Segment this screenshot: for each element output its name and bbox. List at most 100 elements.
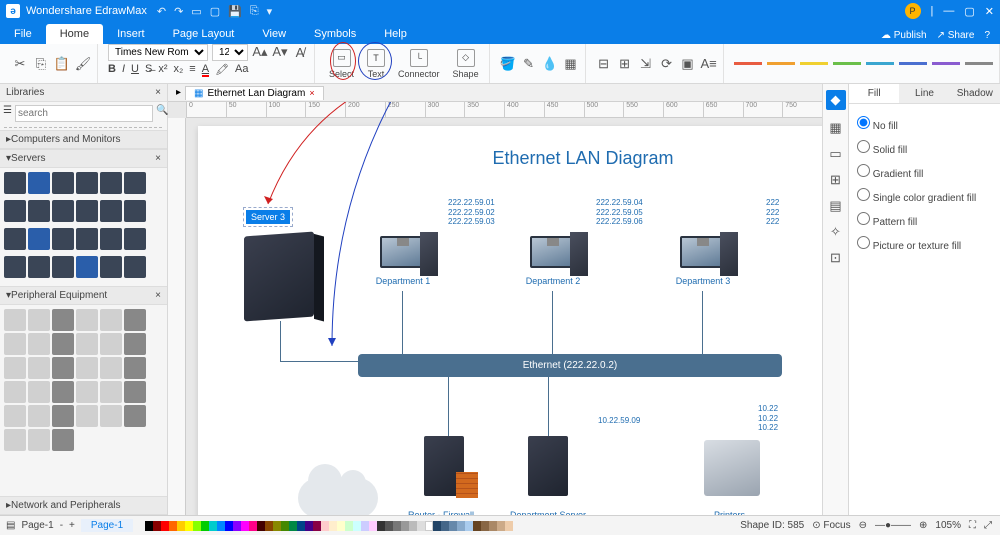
select-tool[interactable]: ▭Select [325,49,358,79]
connector-tool[interactable]: └Connector [394,49,444,79]
font-select[interactable]: Times New Roman [108,44,208,61]
section-servers[interactable]: ▾ Servers× [0,149,167,168]
picture-radio[interactable]: Picture or texture fill [857,232,992,256]
line-color-icon[interactable]: ✎ [521,56,537,72]
add-page-icon[interactable]: + [69,520,75,531]
library-search-input[interactable] [15,105,153,122]
close-icon[interactable]: ✕ [985,5,994,18]
tab-pagelayout[interactable]: Page Layout [159,24,249,44]
line-tab[interactable]: Line [899,84,949,103]
zoom-out-icon[interactable]: ⊖ [859,520,867,531]
bold-button[interactable]: B [108,63,116,76]
tab-view[interactable]: View [248,24,300,44]
section-computers[interactable]: ▸ Computers and Monitors [0,130,167,149]
dept-server-shape[interactable] [528,436,568,496]
single-radio[interactable]: Single color gradient fill [857,184,992,208]
page-list-icon[interactable]: ▤ [6,520,15,531]
servers-shapes[interactable] [0,168,167,286]
image-panel-icon[interactable]: ▭ [829,146,841,162]
super-button[interactable]: x² [158,63,167,76]
italic-button[interactable]: I [122,63,125,76]
quick-colors[interactable] [728,44,1000,83]
format-painter-icon[interactable]: 🖌 [75,56,91,72]
decrease-font-icon[interactable]: A▾ [272,44,288,60]
grid-panel-icon[interactable]: ▦ [829,120,841,136]
rotate-icon[interactable]: ⟳ [659,56,675,72]
section-peripheral[interactable]: ▾ Peripheral Equipment× [0,286,167,305]
save-icon[interactable]: ▭ [191,5,201,18]
align-icon[interactable]: ⊟ [596,56,612,72]
sub-button[interactable]: x₂ [173,63,183,76]
fill-color-icon[interactable]: 🪣 [500,56,516,72]
bullet-button[interactable]: ≡ [189,63,195,76]
shadow-icon[interactable]: ▦ [563,56,579,72]
case-button[interactable]: Aa [235,63,248,76]
pattern-radio[interactable]: Pattern fill [857,208,992,232]
nofill-radio[interactable]: No fill [857,112,992,136]
highlight-button[interactable]: 🖍 [215,63,229,76]
focus-button[interactable]: ⊙ Focus [812,520,850,531]
strike-button[interactable]: S̶ [145,63,152,76]
tab-home[interactable]: Home [46,24,103,44]
ethernet-bar[interactable]: Ethernet (222.22.0.2) [358,354,782,377]
zoom-in-icon[interactable]: ⊕ [919,520,927,531]
cut-icon[interactable]: ✂ [12,56,28,72]
tab-insert[interactable]: Insert [103,24,159,44]
dept3-pc[interactable]: Department 3 [668,236,738,286]
canvas[interactable]: 0501001502002503003504004505005506006507… [168,102,822,515]
cloud-shape[interactable] [298,478,378,515]
prev-page-icon[interactable]: - [60,520,63,531]
open-icon[interactable]: ▢ [210,5,220,18]
eyedrop-icon[interactable]: 💧 [542,56,558,72]
printer-shape[interactable] [704,440,760,496]
underline-button[interactable]: U [131,63,139,76]
server3-label[interactable]: Server 3 [246,210,290,224]
fill-panel-icon[interactable]: ◆ [826,90,846,110]
more-icon[interactable]: ▾ [267,5,273,18]
table-panel-icon[interactable]: ⊞ [830,172,841,188]
tab-help[interactable]: Help [370,24,421,44]
sidebar-toggle-icon[interactable]: ▸ [176,87,181,98]
page-tab[interactable]: Page-1 [81,519,133,532]
dept1-pc[interactable]: Department 1 [368,236,438,286]
dept2-pc[interactable]: Department 2 [518,236,588,286]
tab-symbols[interactable]: Symbols [300,24,370,44]
page-name[interactable]: Page-1 [21,520,53,531]
text-tool[interactable]: TText [363,49,389,79]
section-network[interactable]: ▸ Network and Peripherals [0,496,167,515]
print-icon[interactable]: ⎘ [250,5,259,18]
distribute-icon[interactable]: ⊞ [617,56,633,72]
user-avatar[interactable]: P [905,3,921,19]
page[interactable]: Ethernet LAN Diagram Server 3 222.22.59.… [198,126,822,515]
share-button[interactable]: ↗ Share [937,30,975,41]
peripheral-shapes[interactable] [0,305,167,455]
doc-tab[interactable]: ▦ Ethernet Lan Diagram × [185,86,324,100]
navigator-icon[interactable]: ✧ [830,224,841,240]
color-swatches[interactable] [145,521,513,531]
group-icon[interactable]: ▣ [680,56,696,72]
solid-radio[interactable]: Solid fill [857,136,992,160]
shadow-tab[interactable]: Shadow [950,84,1000,103]
fit-page-icon[interactable]: ⛶ [969,520,976,531]
save2-icon[interactable]: 💾 [228,5,242,18]
increase-font-icon[interactable]: A▴ [252,44,268,60]
size-icon[interactable]: ⇲ [638,56,654,72]
redo-icon[interactable]: ↷ [174,5,183,18]
shape-tool[interactable]: ◇Shape [449,49,483,79]
fill-tab[interactable]: Fill [849,84,899,103]
server3-shape[interactable] [244,232,314,322]
size-select[interactable]: 12 [212,44,248,61]
paste-icon[interactable]: 📋 [54,56,70,72]
maximize-icon[interactable]: ▢ [964,5,974,18]
tab-file[interactable]: File [0,24,46,44]
close-tab-icon[interactable]: × [309,88,314,98]
layers-panel-icon[interactable]: ▤ [829,198,841,214]
zoom-slider[interactable]: —●—— [875,520,911,531]
history-icon[interactable]: ⊡ [830,250,841,266]
font-opts-icon[interactable]: A≡ [701,56,717,72]
search-icon[interactable]: 🔍 [156,105,168,122]
firewall-shape[interactable] [456,472,478,498]
publish-button[interactable]: ☁ Publish [881,30,927,41]
close-panel-icon[interactable]: × [155,87,161,98]
copy-icon[interactable]: ⎘ [33,56,49,72]
